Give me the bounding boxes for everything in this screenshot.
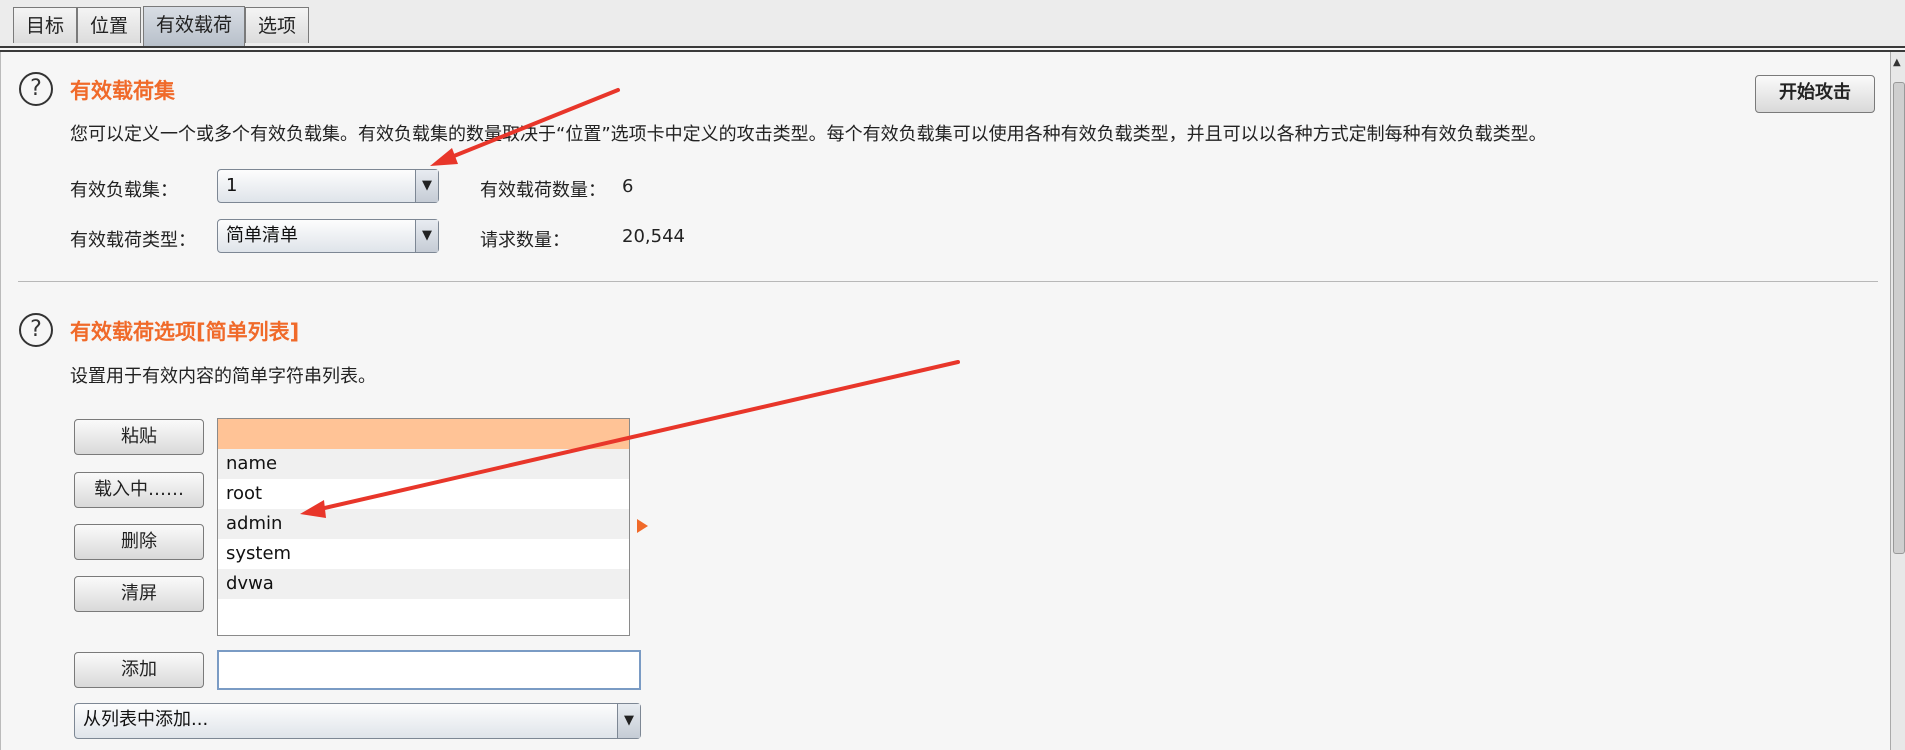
- list-item[interactable]: dvwa: [218, 569, 629, 599]
- payload-sets-title: 有效载荷集: [70, 79, 175, 103]
- tab-target[interactable]: 目标: [13, 7, 78, 43]
- payload-set-label: 有效负载集：: [70, 180, 178, 201]
- payload-set-value: 1: [226, 175, 238, 196]
- play-triangle-icon[interactable]: [637, 519, 648, 533]
- tab-bar: 目标 位置 有效载荷 选项: [0, 0, 1905, 52]
- add-from-list-value: 从列表中添加...: [83, 709, 209, 730]
- list-item[interactable]: system: [218, 539, 629, 569]
- clear-button[interactable]: 清屏: [74, 576, 204, 612]
- list-item[interactable]: admin: [218, 509, 629, 539]
- payload-options-title: 有效载荷选项[简单列表]: [70, 320, 300, 344]
- section-divider: [18, 281, 1878, 282]
- triangle-down-icon: ▼: [415, 220, 438, 252]
- scroll-thumb[interactable]: [1893, 82, 1905, 554]
- vertical-scrollbar[interactable]: ▲: [1890, 52, 1905, 750]
- payload-list[interactable]: name root admin system dvwa: [217, 418, 630, 636]
- payload-set-select[interactable]: 1 ▼: [217, 169, 439, 203]
- payload-type-value: 简单清单: [226, 225, 298, 246]
- scroll-up-icon[interactable]: ▲: [1893, 57, 1901, 68]
- payload-type-select[interactable]: 简单清单 ▼: [217, 219, 439, 253]
- payload-count-label: 有效载荷数量：: [480, 180, 606, 201]
- start-attack-button[interactable]: 开始攻击: [1755, 75, 1875, 113]
- tab-payloads[interactable]: 有效载荷: [143, 6, 246, 46]
- add-from-list-select[interactable]: 从列表中添加... ▼: [74, 703, 641, 739]
- request-count-value: 20,544: [622, 226, 685, 247]
- remove-button[interactable]: 删除: [74, 524, 204, 560]
- paste-button[interactable]: 粘贴: [74, 419, 204, 455]
- list-item[interactable]: root: [218, 479, 629, 509]
- list-item[interactable]: name: [218, 449, 629, 479]
- triangle-down-icon: ▼: [415, 170, 438, 202]
- add-button[interactable]: 添加: [74, 652, 204, 688]
- tab-options[interactable]: 选项: [245, 7, 310, 43]
- help-icon[interactable]: ?: [19, 72, 53, 106]
- triangle-down-icon: ▼: [617, 704, 640, 738]
- tab-positions[interactable]: 位置: [77, 7, 142, 43]
- request-count-label: 请求数量：: [480, 230, 570, 251]
- payload-count-value: 6: [622, 176, 634, 197]
- payload-type-label: 有效载荷类型：: [70, 230, 196, 251]
- load-button[interactable]: 载入中……: [74, 472, 204, 508]
- payloads-panel: [0, 52, 1891, 750]
- list-item[interactable]: [218, 419, 629, 449]
- add-payload-input[interactable]: [217, 650, 641, 690]
- payload-sets-description: 您可以定义一个或多个有效负载集。有效负载集的数量取决于“位置”选项卡中定义的攻击…: [70, 124, 1547, 145]
- help-icon[interactable]: ?: [19, 313, 53, 347]
- payload-options-description: 设置用于有效内容的简单字符串列表。: [70, 366, 376, 387]
